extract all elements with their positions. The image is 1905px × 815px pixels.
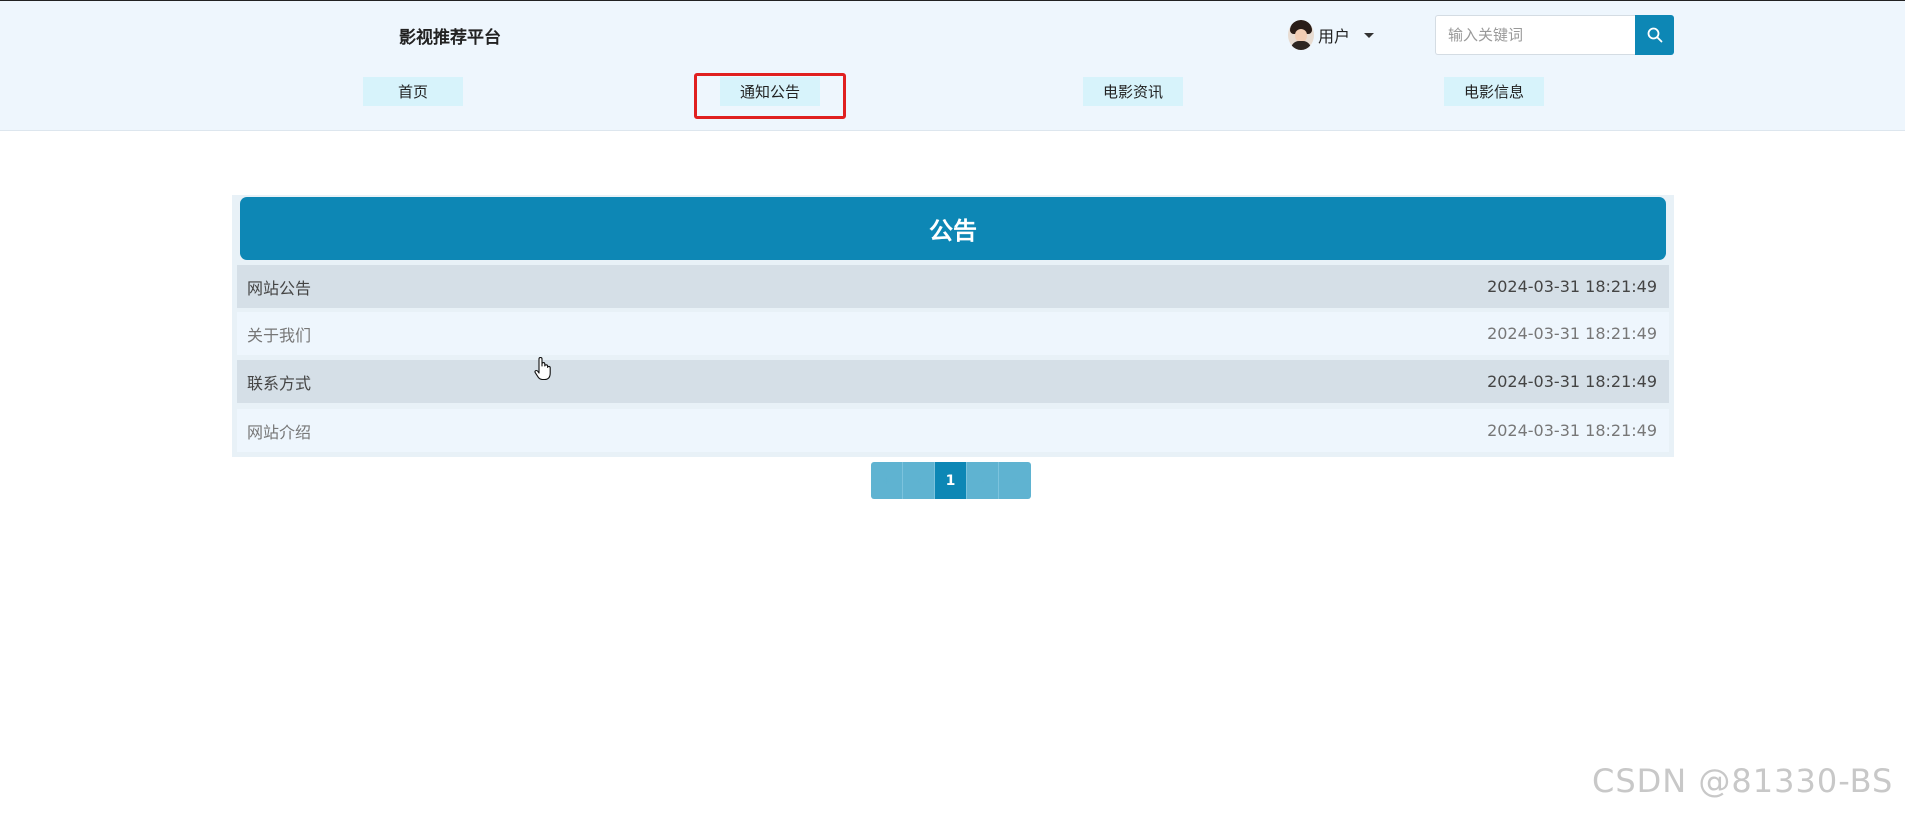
list-item[interactable]: 联系方式 2024-03-31 18:21:49: [237, 360, 1669, 403]
notice-title: 网站公告: [247, 278, 312, 298]
notice-time: 2024-03-31 18:21:49: [1487, 277, 1657, 296]
list-item[interactable]: 网站公告 2024-03-31 18:21:49: [237, 265, 1669, 308]
nav-notice[interactable]: 通知公告: [720, 77, 820, 106]
site-header: 影视推荐平台 用户 首页 通知公告 电影资讯 电影信息: [0, 1, 1905, 131]
user-label: 用户: [1318, 27, 1351, 46]
notice-time: 2024-03-31 18:21:49: [1487, 421, 1657, 440]
list-item[interactable]: 网站介绍 2024-03-31 18:21:49: [237, 409, 1669, 452]
notice-title: 网站介绍: [247, 422, 312, 442]
prev-page-button[interactable]: ‹: [903, 462, 935, 499]
search-bar: [1435, 15, 1674, 55]
notice-time: 2024-03-31 18:21:49: [1487, 372, 1657, 391]
next-page-button[interactable]: ›: [967, 462, 999, 499]
nav-movie-news[interactable]: 电影资讯: [1083, 77, 1183, 106]
site-brand[interactable]: 影视推荐平台: [399, 23, 501, 48]
search-icon: [1647, 27, 1662, 43]
avatar: [1288, 20, 1314, 50]
notice-panel: 公告 网站公告 2024-03-31 18:21:49 关于我们 2024-03…: [232, 195, 1674, 457]
notice-title: 关于我们: [247, 325, 312, 345]
nav-movie-info[interactable]: 电影信息: [1444, 77, 1544, 106]
nav-home[interactable]: 首页: [363, 77, 463, 106]
user-menu[interactable]: 用户: [1288, 19, 1375, 51]
panel-title: 公告: [240, 197, 1666, 260]
pagination: « ‹ 1 › »: [871, 462, 1031, 499]
caret-down-icon: [1364, 32, 1375, 38]
search-input[interactable]: [1435, 15, 1635, 55]
notice-time: 2024-03-31 18:21:49: [1487, 324, 1657, 343]
list-item[interactable]: 关于我们 2024-03-31 18:21:49: [237, 312, 1669, 355]
last-page-button[interactable]: »: [999, 462, 1031, 499]
first-page-button[interactable]: «: [871, 462, 903, 499]
search-button[interactable]: [1635, 15, 1674, 55]
notice-title: 联系方式: [247, 373, 312, 393]
watermark: CSDN @81330-BS: [1592, 762, 1894, 800]
hand-pointer-icon: [534, 356, 552, 385]
current-page-button[interactable]: 1: [935, 462, 967, 499]
